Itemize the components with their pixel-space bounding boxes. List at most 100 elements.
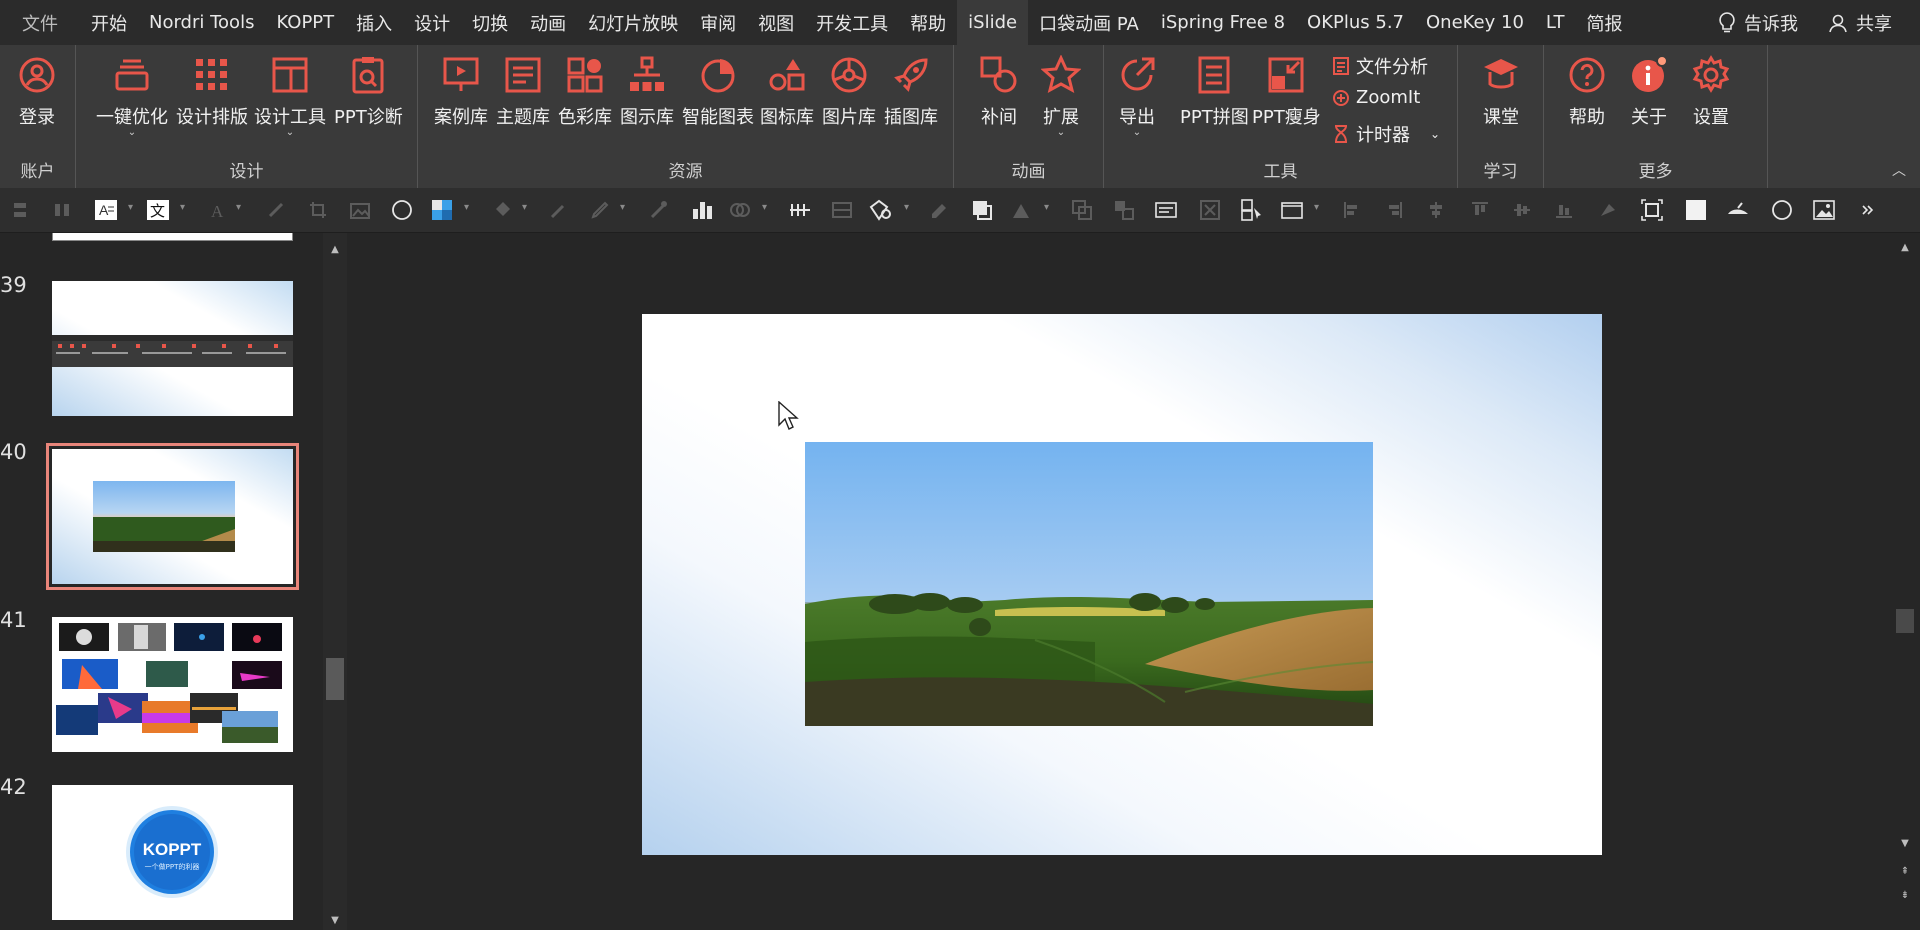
text-frame-icon[interactable] [1154,198,1178,222]
slide-canvas[interactable] [642,314,1602,855]
ungroup-icon[interactable] [1112,198,1136,222]
tab-ispring[interactable]: iSpring Free 8 [1150,0,1296,45]
tab-review[interactable]: 审阅 [689,0,747,45]
circle-outline-icon[interactable] [1770,198,1794,222]
picture-effects-icon[interactable] [348,198,372,222]
tab-slideshow[interactable]: 幻灯片放映 [577,0,689,45]
diagram-library-button[interactable]: 图示库 [620,53,674,129]
editor-scroll-thumb[interactable] [1896,609,1914,633]
tween-button[interactable]: 补间 [978,53,1020,129]
eyedropper-icon[interactable] [546,198,570,222]
tab-animations[interactable]: 动画 [519,0,577,45]
rotate-icon[interactable] [1596,198,1620,222]
column-distribute-icon[interactable] [788,198,812,222]
toolbar-overflow-icon[interactable] [1856,198,1880,222]
scroll-up-icon[interactable]: ▲ [323,239,347,259]
tab-jianbao[interactable]: 简报 [1575,0,1633,45]
tab-nordri-tools[interactable]: Nordri Tools [138,0,265,45]
font-color-icon[interactable]: A [206,198,230,222]
scroll-down-icon[interactable]: ▼ [323,910,347,930]
tab-design[interactable]: 设计 [403,0,461,45]
chevron-down-icon[interactable]: ▾ [128,202,133,213]
color-fill-icon[interactable] [430,198,454,222]
delete-box-icon[interactable] [1198,198,1222,222]
paint-bucket-icon[interactable] [490,198,514,222]
export-button[interactable]: 导出 ⌄ [1116,53,1158,139]
illustration-library-button[interactable]: 插图库 [884,53,938,129]
color-picker-icon[interactable] [646,198,670,222]
bar-chart-icon[interactable] [690,198,714,222]
tab-pocket-animation[interactable]: 口袋动画 PA [1028,0,1150,45]
ppt-slim-button[interactable]: PPT瘦身 [1252,53,1321,129]
lamp-icon[interactable] [1726,198,1750,222]
chevron-down-icon[interactable]: ▾ [762,202,767,213]
slide-thumbnail-41[interactable] [52,617,293,752]
login-button[interactable]: 登录 [16,53,58,129]
format-painter-icon[interactable] [928,198,952,222]
circle-shape-icon[interactable] [390,198,414,222]
tab-insert[interactable]: 插入 [345,0,403,45]
chevron-down-icon[interactable]: ▾ [236,202,241,213]
distribute-icon[interactable] [50,198,74,222]
tab-lt[interactable]: LT [1535,0,1576,45]
chevron-down-icon[interactable]: ▾ [620,202,625,213]
align-center-icon[interactable] [1424,198,1448,222]
tab-view[interactable]: 视图 [747,0,805,45]
settings-button[interactable]: 设置 [1690,53,1732,129]
shapes-select-icon[interactable] [868,198,892,222]
file-analysis-button[interactable]: 文件分析 [1332,53,1428,79]
merge-shapes-icon[interactable] [728,198,752,222]
tab-home[interactable]: 开始 [80,0,138,45]
timer-button[interactable]: 计时器 ⌄ [1332,121,1440,147]
editor-vertical-scrollbar[interactable]: ▲ ▼ ⇞ ⇟ [1890,233,1920,930]
align-left-icon[interactable] [1340,198,1364,222]
frame-select-icon[interactable] [1280,198,1304,222]
align-middle-icon[interactable] [1510,198,1534,222]
slide-thumbnail-39[interactable] [52,281,293,416]
icon-library-button[interactable]: 图标库 [760,53,814,129]
slide-thumbnail-42[interactable]: KOPPT 一个做PPT的利器 [52,785,293,920]
help-button[interactable]: 帮助 [1566,53,1608,129]
chevron-down-icon[interactable]: ▾ [1044,202,1049,213]
tab-koppt[interactable]: KOPPT [265,0,345,45]
scroll-down-icon[interactable]: ▼ [1890,833,1920,853]
scroll-up-icon[interactable]: ▲ [1890,237,1920,257]
color-library-button[interactable]: 色彩库 [558,53,612,129]
table-icon[interactable] [830,198,854,222]
classroom-button[interactable]: 课堂 [1480,53,1522,129]
bring-forward-icon[interactable] [970,198,994,222]
collapse-ribbon-button[interactable]: ︿ [1892,160,1906,180]
thumbnail-scroll-thumb[interactable] [326,658,344,700]
align-bottom-icon[interactable] [1552,198,1576,222]
thumbnail-scrollbar[interactable]: ▲ ▼ [323,233,347,930]
extend-button[interactable]: 扩展 ⌄ [1040,53,1082,139]
one-click-optimize-button[interactable]: 一键优化 ⌄ [96,53,168,139]
tab-islide[interactable]: iSlide [957,0,1029,45]
zoomit-button[interactable]: ZoomIt [1332,87,1420,108]
transform-icon[interactable] [1010,198,1034,222]
chevron-down-icon[interactable]: ▾ [522,202,527,213]
chevron-down-icon[interactable]: ▾ [464,202,469,213]
chevron-down-icon[interactable]: ▾ [1314,202,1319,213]
fit-slide-icon[interactable] [1640,198,1664,222]
chinese-text-icon[interactable]: 文 [146,198,170,222]
previous-slide-icon[interactable]: ⇞ [1890,861,1920,881]
share-button[interactable]: 共享 [1814,10,1920,36]
tab-help[interactable]: 帮助 [899,0,957,45]
smart-chart-button[interactable]: 智能图表 [682,53,754,129]
design-tools-button[interactable]: 设计工具 ⌄ [254,53,326,139]
slide-thumbnail-38[interactable] [52,233,293,241]
text-box-icon[interactable]: A [94,198,118,222]
group-icon[interactable] [1070,198,1094,222]
chevron-down-icon[interactable]: ▾ [904,202,909,213]
crop-icon[interactable] [306,198,330,222]
selection-pane-icon[interactable] [1240,198,1264,222]
case-library-button[interactable]: 案例库 [434,53,488,129]
tab-okplus[interactable]: OKPlus 5.7 [1296,0,1415,45]
white-fill-icon[interactable] [1684,198,1708,222]
pen-icon[interactable] [264,198,288,222]
align-icon[interactable] [8,198,32,222]
theme-library-button[interactable]: 主题库 [496,53,550,129]
ppt-diagnose-button[interactable]: PPT诊断 [334,53,403,129]
align-right-icon[interactable] [1382,198,1406,222]
